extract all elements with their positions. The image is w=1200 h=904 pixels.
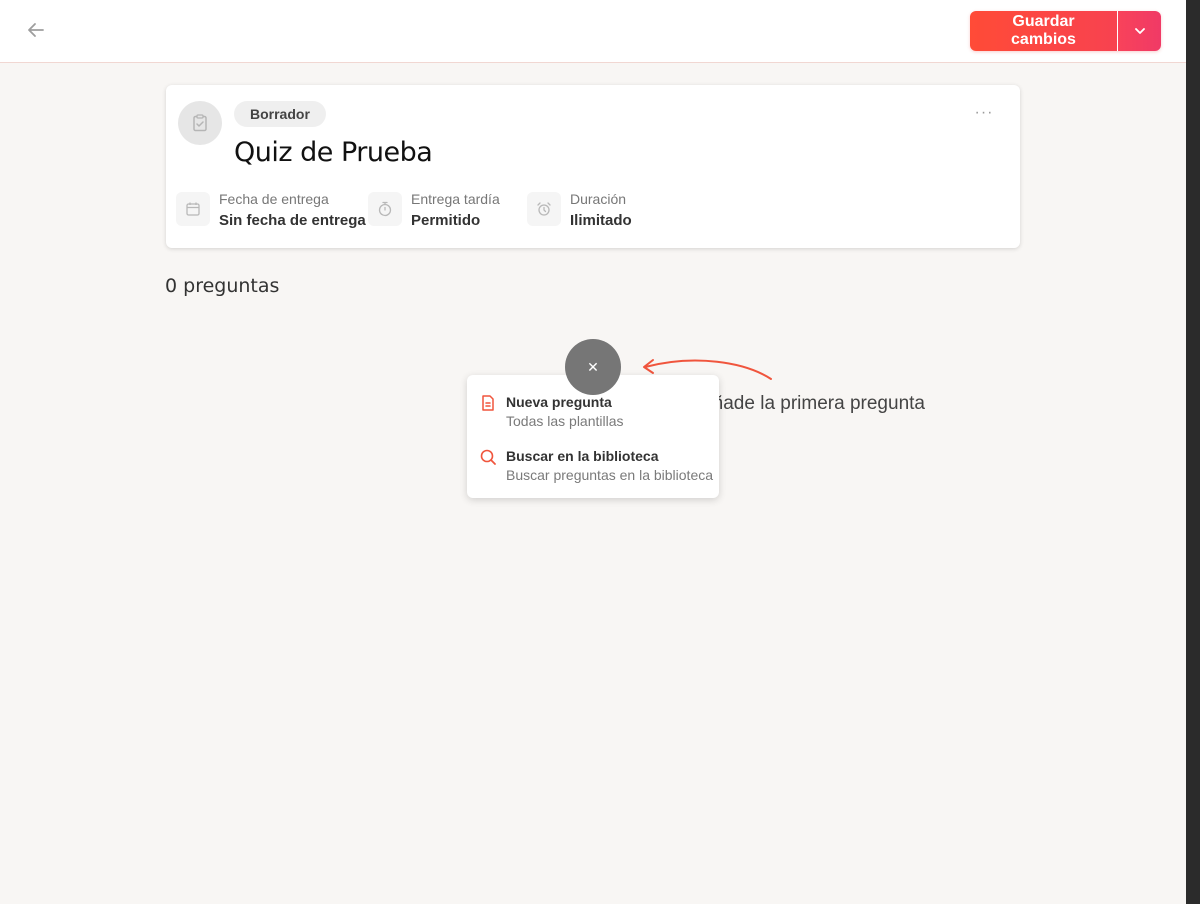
window-edge [1186,0,1200,904]
quiz-card: Borrador ··· Quiz de Prueba Fecha de ent… [166,85,1020,248]
meta-value: Permitido [411,212,481,229]
meta-value: Sin fecha de entrega [219,212,366,229]
top-bar: Guardar cambios [0,0,1186,63]
save-options-dropdown-button[interactable] [1118,11,1161,51]
meta-due-date[interactable]: Fecha de entrega Sin fecha de entrega [176,191,366,231]
arrow-left-icon [28,23,44,37]
menu-item-new-question[interactable]: Nueva pregunta Todas las plantillas [479,393,624,430]
search-icon [480,449,496,465]
menu-item-title: Buscar en la biblioteca [506,448,659,464]
alarm-clock-icon [527,192,561,226]
save-changes-button[interactable]: Guardar cambios [970,11,1117,51]
document-icon [482,395,494,411]
stopwatch-icon [368,192,402,226]
status-badge: Borrador [234,101,326,127]
menu-item-subtitle: Buscar preguntas en la biblioteca [506,467,714,483]
calendar-icon [176,192,210,226]
close-icon: ✕ [587,358,599,375]
meta-label: Duración [570,191,627,207]
add-question-fab[interactable]: ✕ [565,339,621,395]
chevron-down-icon [1134,28,1145,34]
menu-item-search-library[interactable]: Buscar en la biblioteca Buscar preguntas… [479,447,713,484]
clipboard-check-icon [193,114,207,132]
questions-count: 0 preguntas [165,275,280,297]
save-button-group: Guardar cambios [970,11,1161,51]
menu-item-title: Nueva pregunta [506,394,612,410]
add-first-question-hint: Añade la primera pregunta [700,393,925,414]
ellipsis-icon: ··· [974,104,994,121]
back-button[interactable] [22,16,50,44]
meta-duration[interactable]: Duración Ilimitado [527,191,632,231]
meta-late-submission[interactable]: Entrega tardía Permitido [368,191,500,231]
menu-item-subtitle: Todas las plantillas [506,413,624,429]
more-options-button[interactable]: ··· [974,103,994,123]
quiz-title: Quiz de Prueba [234,137,433,168]
quiz-avatar [178,101,222,145]
meta-value: Ilimitado [570,212,632,229]
meta-label: Fecha de entrega [219,191,329,207]
meta-label: Entrega tardía [411,191,500,207]
